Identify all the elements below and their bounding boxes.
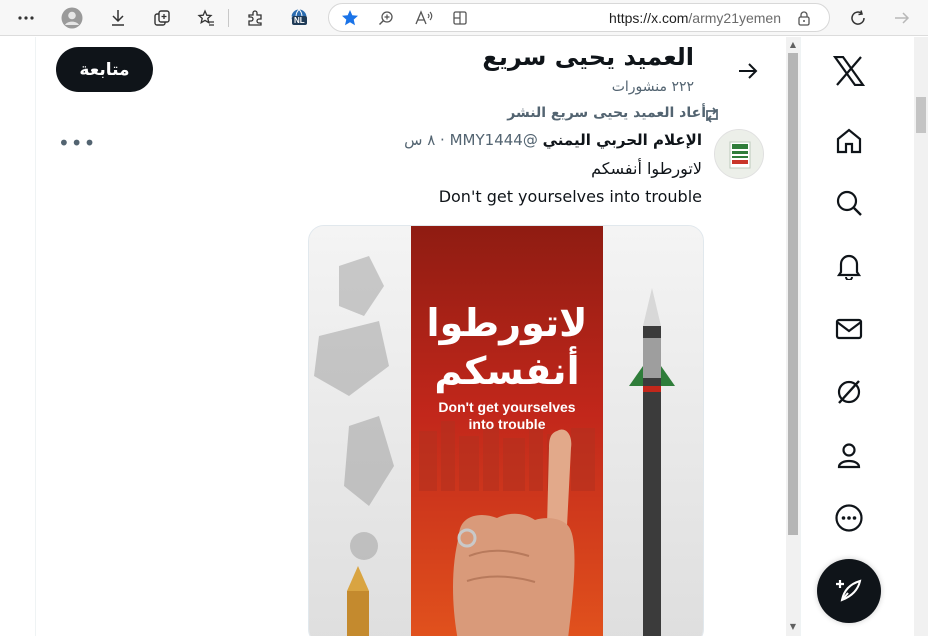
profile-icon[interactable]	[829, 435, 869, 475]
extensions-icon[interactable]	[241, 4, 269, 32]
star-icon[interactable]	[337, 5, 363, 31]
profile-name: العميد يحيى سريع	[482, 43, 694, 71]
translate-icon[interactable]: NL	[286, 4, 314, 32]
notifications-icon[interactable]	[829, 246, 869, 286]
feed-scrollbar[interactable]: ▲ ▼	[786, 37, 800, 636]
search-icon[interactable]	[829, 183, 869, 223]
compose-icon	[836, 579, 862, 602]
forward-icon	[888, 4, 916, 32]
page-scrollbar-thumb[interactable]	[916, 97, 926, 133]
read-aloud-icon[interactable]	[411, 5, 437, 31]
tweet-time[interactable]: ٨ س	[404, 131, 435, 149]
url-text[interactable]: https://x.com/army21yemen	[609, 10, 781, 26]
tweet-media-image[interactable]: لاتورطوا أنفسكم Don't get yourselves int…	[308, 225, 704, 636]
zoom-icon[interactable]	[373, 5, 399, 31]
more-icon[interactable]	[12, 4, 40, 32]
repost-icon	[702, 106, 722, 124]
tweet-header: الإعلام الحربي اليمني @MMY1444 · ٨ س	[404, 131, 702, 149]
refresh-icon[interactable]	[844, 4, 872, 32]
messages-icon[interactable]	[829, 309, 869, 349]
profile-feed: متابعة العميد يحيى سريع ٢٢٢ منشورات أعاد…	[36, 37, 786, 636]
language-badge: NL	[292, 16, 307, 25]
repost-label[interactable]: أعاد العميد يحيى سريع النشر	[507, 105, 706, 121]
poster-headline-2: أنفسكم	[434, 346, 579, 394]
toolbar-divider	[228, 9, 229, 27]
profile-icon[interactable]	[58, 4, 86, 32]
avatar[interactable]	[714, 129, 764, 179]
collections-icon[interactable]	[148, 4, 176, 32]
split-screen-icon[interactable]	[447, 5, 473, 31]
url-host: https://x.com	[609, 10, 689, 26]
poster-headline-1: لاتورطوا	[427, 301, 588, 345]
follow-button[interactable]: متابعة	[56, 47, 153, 92]
page: متابعة العميد يحيى سريع ٢٢٢ منشورات أعاد…	[0, 37, 928, 636]
side-navigation	[800, 37, 914, 636]
browser-toolbar: NL https://x.com/army21yemen	[0, 0, 928, 36]
back-arrow-icon[interactable]	[732, 55, 764, 87]
scroll-up-icon[interactable]: ▲	[789, 41, 797, 49]
separator-dot: ·	[440, 131, 445, 149]
tweet-text-english: Don't get yourselves into trouble	[438, 187, 702, 206]
scroll-down-icon[interactable]: ▼	[789, 623, 797, 631]
tweet-author[interactable]: الإعلام الحربي اليمني	[543, 131, 702, 149]
tweet-handle[interactable]: @MMY1444	[450, 131, 538, 149]
post-count: ٢٢٢ منشورات	[611, 79, 694, 95]
feed-scrollbar-thumb[interactable]	[788, 53, 798, 535]
more-menu-icon[interactable]	[829, 498, 869, 538]
tweet-text-arabic: لاتورطوا أنفسكم	[591, 159, 702, 178]
favorites-icon[interactable]	[192, 4, 220, 32]
poster-graphic: لاتورطوا أنفسكم Don't get yourselves int…	[309, 226, 703, 636]
home-icon[interactable]	[829, 121, 869, 161]
poster-subtitle-2: into trouble	[469, 416, 546, 432]
x-logo-icon[interactable]	[829, 51, 869, 91]
lock-icon[interactable]	[791, 5, 817, 31]
left-gutter	[0, 37, 36, 636]
poster-subtitle-1: Don't get yourselves	[438, 399, 575, 415]
grok-icon[interactable]	[829, 372, 869, 412]
url-path: /army21yemen	[688, 10, 781, 26]
download-icon[interactable]	[104, 4, 132, 32]
more-options-icon[interactable]: •••	[58, 131, 96, 155]
address-bar[interactable]: https://x.com/army21yemen	[328, 3, 830, 32]
compose-button[interactable]	[817, 559, 881, 623]
page-scrollbar[interactable]	[914, 37, 928, 636]
